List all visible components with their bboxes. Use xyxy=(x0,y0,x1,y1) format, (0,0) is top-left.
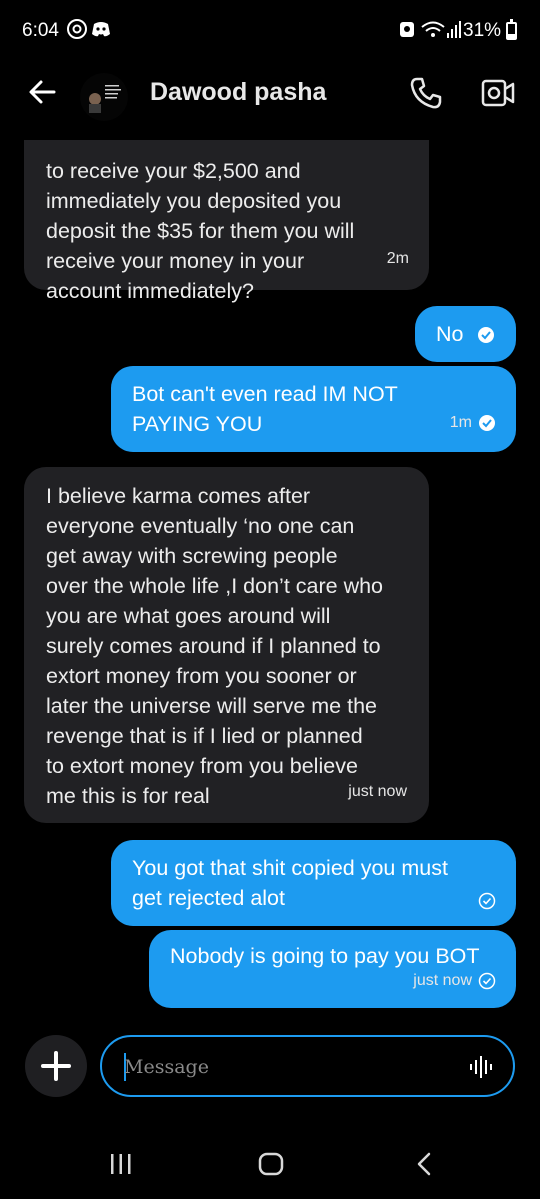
message-time: 2m xyxy=(386,250,409,267)
message-incoming[interactable]: to receive your $2,500 and immediately y… xyxy=(24,140,429,303)
system-nav-bar xyxy=(0,1120,540,1199)
message-time: just now xyxy=(348,783,407,800)
message-input-box[interactable] xyxy=(100,1035,515,1097)
alarm-icon xyxy=(400,22,414,37)
signal-icon xyxy=(447,21,461,38)
message-outgoing[interactable]: Bot can't even read IM NOT PAYING YOU 1m xyxy=(111,366,516,452)
voice-icon[interactable] xyxy=(468,1054,496,1080)
status-bar: 6:04 31% xyxy=(0,0,540,60)
message-time: 1m xyxy=(449,414,472,431)
message-outgoing[interactable]: No xyxy=(415,306,516,362)
battery-percent: 31% xyxy=(463,20,502,41)
message-outgoing[interactable]: Nobody is going to pay you BOT just now xyxy=(149,930,516,1008)
home-icon[interactable] xyxy=(257,1150,285,1178)
plus-icon[interactable] xyxy=(25,1035,87,1097)
message-incoming[interactable]: I believe karma comes after everyone eve… xyxy=(24,467,429,823)
message-list[interactable]: to receive your $2,500 and immediately y… xyxy=(0,140,540,1020)
battery-icon xyxy=(506,19,517,40)
composer xyxy=(0,1030,540,1102)
message-text: You got that shit copied you must get re… xyxy=(132,856,448,910)
back-nav-icon[interactable] xyxy=(412,1150,436,1178)
message-text: I believe karma comes after everyone eve… xyxy=(46,484,384,808)
sent-receipt-icon xyxy=(478,892,496,910)
contact-name[interactable]: Dawood pasha xyxy=(150,78,326,107)
wifi-icon xyxy=(421,21,445,37)
chat-header: Dawood pasha xyxy=(0,60,540,140)
message-text: Bot can't even read IM NOT PAYING YOU xyxy=(132,382,398,436)
read-receipt-icon xyxy=(479,415,495,431)
message-time: just now xyxy=(413,972,472,989)
discord-icon xyxy=(92,22,110,37)
message-outgoing[interactable]: You got that shit copied you must get re… xyxy=(111,840,516,926)
sent-receipt-icon xyxy=(478,972,496,990)
message-text: No xyxy=(436,322,464,346)
message-input[interactable] xyxy=(122,1051,456,1083)
phone-icon[interactable] xyxy=(408,75,444,111)
video-icon[interactable] xyxy=(480,76,516,110)
threads-icon xyxy=(67,19,87,39)
avatar[interactable] xyxy=(80,73,128,121)
read-receipt-icon xyxy=(478,327,494,343)
status-time: 6:04 xyxy=(22,20,59,41)
message-text: to receive your $2,500 and immediately y… xyxy=(46,159,355,303)
recent-apps-icon[interactable] xyxy=(108,1150,134,1178)
back-arrow-icon[interactable] xyxy=(24,74,64,110)
